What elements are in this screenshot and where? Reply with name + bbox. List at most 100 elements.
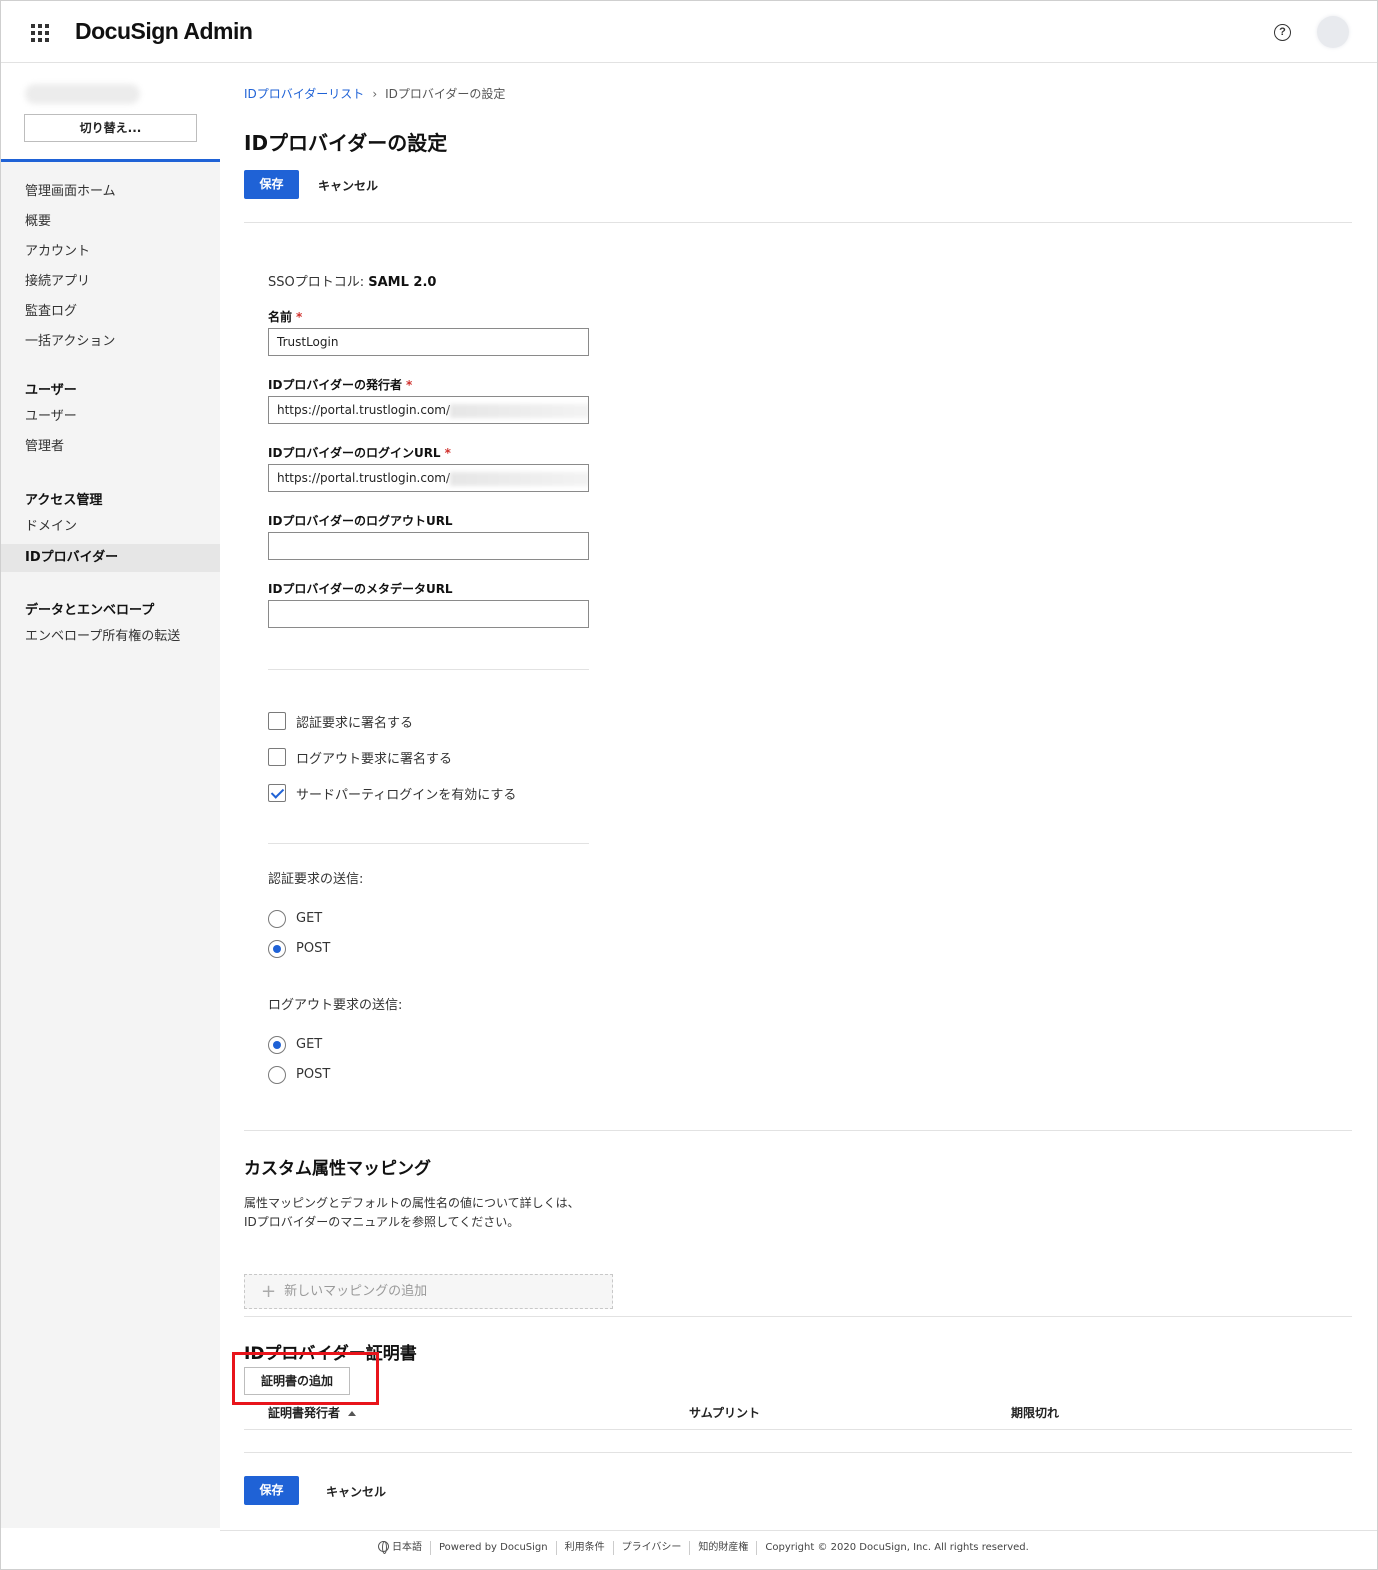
sidebar: 切り替え... 管理画面ホーム 概要 アカウント 接続アプリ 監査ログ 一括アク… (1, 64, 220, 1528)
auth-send-get-label: GET (296, 911, 323, 926)
avatar[interactable] (1317, 16, 1349, 48)
breadcrumb-separator: › (372, 87, 378, 101)
name-label: 名前 * (268, 308, 302, 325)
third-party-login-label: サードパーティログインを有効にする (296, 788, 517, 803)
save-button-bottom[interactable]: 保存 (244, 1476, 299, 1505)
top-bar: DocuSign Admin ? (1, 1, 1377, 63)
question-circle-icon[interactable]: ? (1274, 24, 1291, 41)
issuer-field-value: https://portal.trustlogin.com/ (277, 403, 451, 417)
divider (268, 843, 589, 844)
sidebar-section-users: ユーザー (25, 383, 77, 398)
breadcrumb: IDプロバイダーリスト › IDプロバイダーの設定 (244, 85, 505, 102)
footer-powered[interactable]: Powered by DocuSign (430, 1541, 556, 1555)
column-header-thumbprint[interactable]: サムプリント (689, 1404, 760, 1421)
custom-mapping-description: 属性マッピングとデフォルトの属性名の値について詳しくは、 IDプロバイダーのマニ… (244, 1194, 580, 1232)
sidebar-item-accounts[interactable]: アカウント (1, 238, 220, 266)
redacted-text (450, 403, 588, 418)
custom-mapping-desc-line2: IDプロバイダーのマニュアルを参照してください。 (244, 1215, 520, 1229)
logout-send-get-radio[interactable] (268, 1036, 286, 1054)
required-mark: * (296, 310, 303, 324)
switch-account-button[interactable]: 切り替え... (24, 114, 197, 142)
sidebar-item-admins[interactable]: 管理者 (1, 433, 220, 461)
login-url-label: IDプロバイダーのログインURL * (268, 444, 451, 461)
add-mapping-label: 新しいマッピングの追加 (284, 1284, 428, 1299)
sidebar-item-users[interactable]: ユーザー (1, 403, 220, 431)
redacted-text (450, 471, 588, 486)
sidebar-section-access: アクセス管理 (25, 493, 103, 508)
footer-language-label: 日本語 (392, 1542, 422, 1553)
sidebar-item-admin-home[interactable]: 管理画面ホーム (1, 178, 220, 206)
required-mark: * (405, 378, 413, 392)
logout-send-label: ログアウト要求の送信: (268, 998, 403, 1013)
column-header-expiration[interactable]: 期限切れ (1011, 1404, 1059, 1421)
sign-auth-request-label: 認証要求に署名する (296, 716, 414, 731)
save-button-top[interactable]: 保存 (244, 170, 299, 199)
sidebar-item-identity-providers[interactable]: IDプロバイダー (1, 544, 220, 572)
third-party-login-checkbox[interactable] (268, 784, 286, 802)
custom-mapping-title: カスタム属性マッピング (244, 1159, 431, 1179)
divider (268, 669, 589, 670)
sidebar-section-data: データとエンベロープ (25, 603, 155, 618)
issuer-label: IDプロバイダーの発行者 * (268, 376, 412, 393)
account-switcher: 切り替え... (1, 64, 220, 162)
auth-send-post-label: POST (296, 941, 331, 956)
metadata-url-label: IDプロバイダーのメタデータURL (268, 582, 453, 596)
sso-protocol-label: SSOプロトコル: (268, 275, 369, 290)
brand-logo[interactable]: DocuSign Admin (75, 18, 253, 45)
name-label-text: 名前 (268, 310, 293, 324)
footer: 日本語 Powered by DocuSign 利用条件 プライバシー 知的財産… (220, 1530, 1377, 1568)
grid-icon[interactable] (31, 24, 51, 42)
login-url-field-value: https://portal.trustlogin.com/ (277, 471, 451, 485)
breadcrumb-link-idp-list[interactable]: IDプロバイダーリスト (244, 87, 364, 101)
logout-send-get-label: GET (296, 1037, 323, 1052)
footer-ip[interactable]: 知的財産権 (689, 1541, 756, 1555)
logout-send-post-label: POST (296, 1067, 331, 1082)
issuer-label-text: IDプロバイダーの発行者 (268, 378, 402, 392)
footer-privacy[interactable]: プライバシー (612, 1541, 690, 1555)
auth-send-post-radio[interactable] (268, 940, 286, 958)
custom-mapping-desc-line1: 属性マッピングとデフォルトの属性名の値について詳しくは、 (244, 1196, 580, 1210)
sign-logout-request-checkbox[interactable] (268, 748, 286, 766)
name-field[interactable]: TrustLogin (268, 328, 589, 356)
metadata-url-field[interactable] (268, 600, 589, 628)
footer-language[interactable]: 日本語 (378, 1541, 430, 1555)
required-mark: * (444, 446, 451, 460)
sidebar-item-connected-apps[interactable]: 接続アプリ (1, 268, 220, 296)
sidebar-item-domains[interactable]: ドメイン (1, 513, 220, 541)
sso-protocol: SSOプロトコル: SAML 2.0 (268, 271, 436, 290)
name-field-value: TrustLogin (277, 335, 339, 349)
footer-terms[interactable]: 利用条件 (555, 1541, 613, 1555)
cancel-button-bottom[interactable]: キャンセル (326, 1483, 386, 1500)
divider (244, 222, 1352, 223)
sidebar-item-audit-log[interactable]: 監査ログ (1, 298, 220, 326)
column-header-issuer-label: 証明書発行者 (268, 1406, 341, 1420)
sidebar-item-overview[interactable]: 概要 (1, 208, 220, 236)
auth-send-get-radio[interactable] (268, 910, 286, 928)
auth-send-label: 認証要求の送信: (268, 872, 364, 887)
account-name-redacted (25, 84, 140, 104)
cancel-button-top[interactable]: キャンセル (318, 177, 378, 194)
issuer-field[interactable]: https://portal.trustlogin.com/ (268, 396, 589, 424)
divider (244, 1316, 1352, 1317)
sidebar-item-bulk-actions[interactable]: 一括アクション (1, 328, 220, 356)
logout-url-field[interactable] (268, 532, 589, 560)
footer-links: 日本語 Powered by DocuSign 利用条件 プライバシー 知的財産… (378, 1541, 1037, 1555)
breadcrumb-current: IDプロバイダーの設定 (385, 87, 506, 101)
sign-auth-request-checkbox[interactable] (268, 712, 286, 730)
login-url-field[interactable]: https://portal.trustlogin.com/ (268, 464, 589, 492)
plus-icon: + (261, 1281, 277, 1302)
footer-copyright: Copyright © 2020 DocuSign, Inc. All righ… (756, 1541, 1036, 1555)
globe-icon (378, 1541, 389, 1554)
page-title: IDプロバイダーの設定 (244, 131, 448, 155)
logout-url-label: IDプロバイダーのログアウトURL (268, 514, 453, 528)
divider (244, 1130, 1352, 1131)
sidebar-item-transfer-envelopes[interactable]: エンベロープ所有権の転送 (1, 623, 220, 651)
logout-send-post-radio[interactable] (268, 1066, 286, 1084)
sort-asc-icon (348, 1411, 357, 1416)
column-header-issuer[interactable]: 証明書発行者 (268, 1404, 357, 1421)
divider (244, 1452, 1352, 1453)
login-url-label-text: IDプロバイダーのログインURL (268, 446, 441, 460)
add-mapping-button[interactable]: + 新しいマッピングの追加 (244, 1274, 613, 1309)
sso-protocol-value: SAML 2.0 (368, 275, 437, 290)
sign-logout-request-label: ログアウト要求に署名する (296, 752, 453, 767)
